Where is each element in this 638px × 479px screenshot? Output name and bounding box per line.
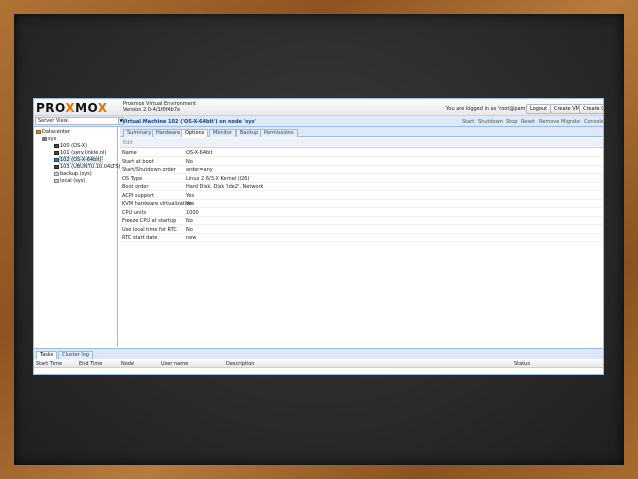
column-user-name[interactable]: User name bbox=[161, 360, 188, 368]
proxmox-window: PROXMOX Proxmox Virtual Environment Vers… bbox=[33, 98, 604, 375]
logout-button[interactable]: Logout bbox=[526, 104, 552, 114]
create-ct-button[interactable]: Create CT bbox=[579, 104, 603, 114]
option-row[interactable]: OS Type Linux 2.6/3.X Kernel (l26) bbox=[120, 175, 603, 183]
option-row[interactable]: CPU units 1000 bbox=[120, 209, 603, 217]
log-table-header: Start Time End Time Node User name Descr… bbox=[34, 360, 603, 368]
start-button[interactable]: Start bbox=[462, 119, 474, 125]
tree-item-node[interactable]: sys bbox=[42, 136, 56, 143]
option-row[interactable]: Start at boot No bbox=[120, 158, 603, 166]
option-key: Boot order bbox=[122, 184, 149, 190]
tab-options[interactable]: Options bbox=[181, 129, 209, 137]
version-string: Version 2.0-4/1f0f4b7e bbox=[123, 107, 181, 113]
column-node[interactable]: Node bbox=[121, 360, 134, 368]
proxmox-logo: PROXMOX bbox=[36, 101, 108, 115]
logged-in-text: You are logged in as 'root@pam' bbox=[446, 106, 527, 112]
option-value: Linux 2.6/3.X Kernel (l26) bbox=[186, 175, 250, 182]
column-start-time[interactable]: Start Time bbox=[36, 360, 62, 368]
tree-item-vm-102[interactable]: 102 (OS-X-64bit) bbox=[54, 156, 103, 164]
option-key: Start/Shutdown order bbox=[122, 167, 176, 173]
vm-icon bbox=[54, 157, 59, 162]
option-value: No bbox=[186, 226, 193, 233]
log-panel: Tasks Cluster log Start Time End Time No… bbox=[34, 348, 603, 374]
shutdown-button[interactable]: Shutdown bbox=[478, 119, 503, 125]
option-row[interactable]: Freeze CPU at startup No bbox=[120, 217, 603, 225]
option-key: KVM hardware virtualization bbox=[122, 201, 193, 207]
tree-item-storage-backup[interactable]: backup (sys) bbox=[54, 171, 92, 178]
tab-cluster-log[interactable]: Cluster log bbox=[58, 351, 93, 359]
stop-button[interactable]: Stop bbox=[506, 119, 517, 125]
tab-bar: Summary Hardware Options Monitor Backup … bbox=[120, 127, 603, 137]
option-key: Start at boot bbox=[122, 158, 154, 165]
version-info: Proxmox Virtual Environment Version 2.0-… bbox=[123, 101, 196, 113]
option-key: Name bbox=[122, 150, 137, 156]
option-value: order=any bbox=[186, 167, 213, 173]
tree-item-vm-100[interactable]: 100 (OS-X) bbox=[54, 143, 87, 150]
vm-title: Virtual Machine 102 ('OS-X-64bit') on no… bbox=[122, 119, 256, 125]
tab-monitor[interactable]: Monitor bbox=[209, 129, 237, 137]
option-row[interactable]: Name OS-X-64bit bbox=[120, 149, 603, 157]
tree-item-datacenter[interactable]: Datacenter bbox=[36, 129, 70, 136]
tab-backup[interactable]: Backup bbox=[236, 129, 263, 137]
option-row[interactable]: Start/Shutdown order order=any bbox=[120, 166, 603, 174]
edit-button[interactable]: Edit bbox=[120, 138, 603, 148]
resource-tree: Datacenter sys 100 (OS-X) 101 (serv.link… bbox=[34, 127, 120, 347]
option-row[interactable]: KVM hardware virtualization Yes bbox=[120, 200, 603, 208]
node-icon bbox=[42, 136, 47, 141]
tree-item-vm-103[interactable]: 103 (UBUNTU.10.04LTS) bbox=[54, 164, 120, 171]
option-row[interactable]: ACPI support Yes bbox=[120, 192, 603, 200]
storage-icon bbox=[54, 178, 59, 183]
option-value: Yes bbox=[186, 201, 195, 207]
option-key: OS Type bbox=[122, 175, 143, 182]
option-value: Hard Disk, Disk 'ide2', Network bbox=[186, 184, 264, 190]
tree-item-vm-101[interactable]: 101 (serv.linkle.nl) bbox=[54, 150, 106, 157]
option-row[interactable]: Use local time for RTC No bbox=[120, 226, 603, 234]
option-value: 1000 bbox=[186, 209, 199, 216]
column-end-time[interactable]: End Time bbox=[79, 360, 102, 368]
column-status[interactable]: Status bbox=[514, 360, 530, 368]
remove-button[interactable]: Remove bbox=[539, 119, 559, 125]
migrate-button[interactable]: Migrate bbox=[561, 119, 580, 125]
reset-button[interactable]: Reset bbox=[521, 119, 535, 125]
vm-icon bbox=[54, 164, 59, 169]
storage-icon bbox=[54, 171, 59, 176]
vm-icon bbox=[54, 150, 59, 155]
tab-hardware[interactable]: Hardware bbox=[152, 129, 185, 137]
console-button[interactable]: Console bbox=[584, 119, 603, 125]
option-value: OS-X-64bit bbox=[186, 150, 213, 156]
option-key: RTC start date bbox=[122, 235, 158, 241]
tab-summary[interactable]: Summary bbox=[123, 129, 156, 137]
option-key: ACPI support bbox=[122, 192, 155, 199]
tab-permissions[interactable]: Permissions bbox=[260, 129, 298, 137]
option-value: No bbox=[186, 218, 193, 224]
vm-icon bbox=[54, 143, 59, 148]
top-bar: PROXMOX Proxmox Virtual Environment Vers… bbox=[34, 99, 603, 116]
option-value: now bbox=[186, 235, 197, 241]
tree-item-storage-local[interactable]: local (sys) bbox=[54, 178, 85, 185]
main-content: Summary Hardware Options Monitor Backup … bbox=[120, 127, 603, 347]
option-value: Yes bbox=[186, 192, 195, 199]
column-description[interactable]: Description bbox=[226, 360, 254, 368]
option-key: Use local time for RTC bbox=[122, 226, 177, 233]
log-tab-bar: Tasks Cluster log bbox=[34, 349, 603, 359]
option-key: CPU units bbox=[122, 209, 147, 216]
datacenter-icon bbox=[36, 129, 41, 134]
toolbar: Server View ▼ Virtual Machine 102 ('OS-X… bbox=[34, 116, 603, 127]
option-row[interactable]: RTC start date now bbox=[120, 234, 603, 242]
view-select[interactable]: Server View bbox=[35, 117, 119, 125]
option-value: No bbox=[186, 158, 193, 165]
tab-tasks[interactable]: Tasks bbox=[36, 351, 58, 359]
option-row[interactable]: Boot order Hard Disk, Disk 'ide2', Networ… bbox=[120, 183, 603, 191]
option-key: Freeze CPU at startup bbox=[122, 218, 177, 224]
